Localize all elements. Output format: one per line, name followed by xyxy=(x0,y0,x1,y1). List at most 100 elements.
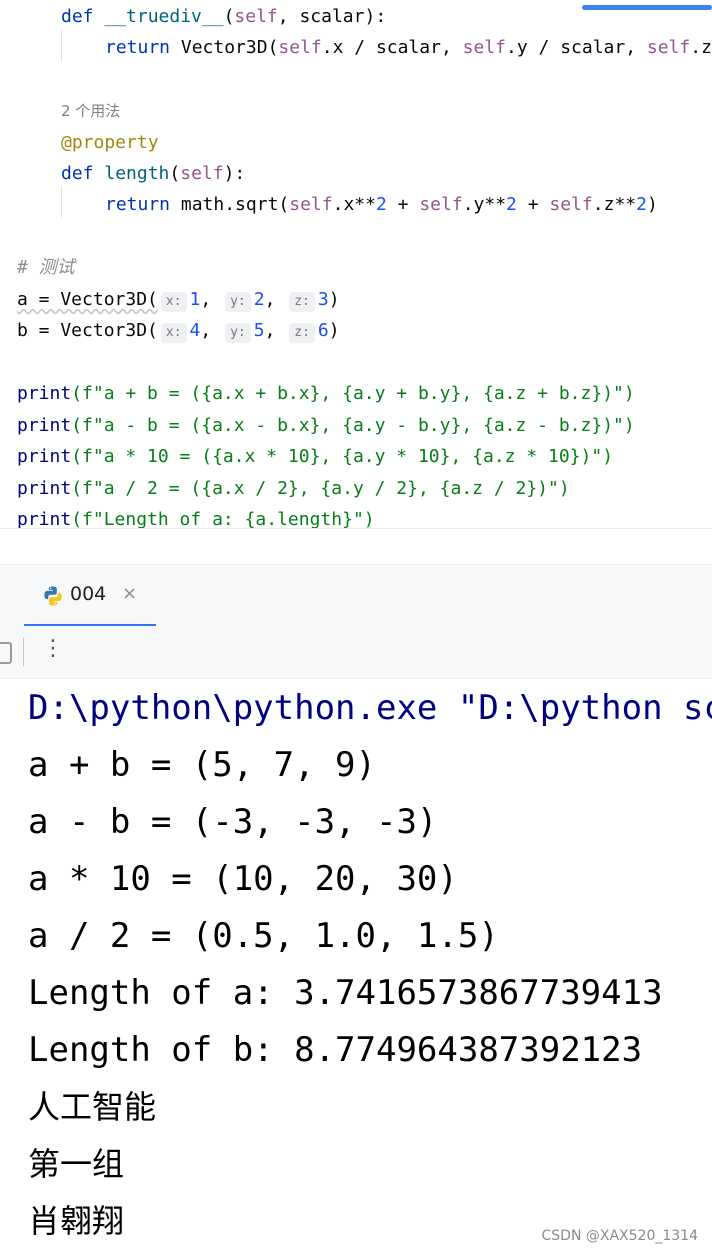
run-toolbar: ⋮ xyxy=(0,626,712,679)
panel-toggle-icon[interactable] xyxy=(0,642,12,664)
scroll-indicator[interactable] xyxy=(582,5,712,10)
code-text: + xyxy=(386,194,420,215)
string-literal: (f"a * 10 = ({a.x * 10}, {a.y * 10}, {a.… xyxy=(71,446,614,467)
number: 2 xyxy=(375,194,387,215)
code-line: return Vector3D(self.x / scalar, self.y … xyxy=(105,37,712,59)
console-line: 人工智能 xyxy=(28,1088,157,1126)
param-hint: z: xyxy=(289,292,315,312)
code-line: print(f"a + b = ({a.x + b.x}, {a.y + b.y… xyxy=(17,383,635,405)
code-text: + xyxy=(516,194,550,215)
console-line: a * 10 = (10, 20, 30) xyxy=(28,859,458,899)
number: 2 xyxy=(636,194,647,215)
usages-hint[interactable]: 2 个用法 xyxy=(61,100,120,122)
more-vertical-icon[interactable]: ⋮ xyxy=(42,636,64,661)
code-text: .y / scalar, xyxy=(506,37,647,58)
code-line: print(f"a - b = ({a.x - b.x}, {a.y - b.y… xyxy=(17,415,635,437)
self-keyword: self xyxy=(462,37,507,58)
number: 4 xyxy=(189,320,201,341)
string-literal: (f"a - b = ({a.x - b.x}, {a.y - b.y}, {a… xyxy=(71,415,635,436)
code-text: ): xyxy=(223,163,246,184)
code-text: math.sqrt( xyxy=(170,194,290,215)
panel-separator xyxy=(0,528,712,565)
code-text: .y** xyxy=(462,194,507,215)
self-keyword: self xyxy=(419,194,463,215)
console-line: 肖翱翔 xyxy=(28,1202,125,1240)
param-hint: z: xyxy=(289,323,315,343)
indent-guide xyxy=(61,30,62,62)
number: 2 xyxy=(253,289,265,310)
code-text: , xyxy=(200,289,212,310)
code-text: ) xyxy=(646,194,658,215)
param-hint: x: xyxy=(160,292,187,312)
decorator: @property xyxy=(61,132,159,153)
code-line: def __truediv__(self, scalar): xyxy=(61,6,386,28)
param-hint: y: xyxy=(225,292,251,312)
code-text: ( xyxy=(223,6,235,27)
indent-guide xyxy=(61,186,62,218)
code-text: .z** xyxy=(592,194,637,215)
code-text: .z / scalar) xyxy=(690,37,712,58)
self-keyword: self xyxy=(180,163,224,184)
self-keyword: self xyxy=(278,37,322,58)
code-line: a = Vector3D(x: 1, y: 2, z: 3) xyxy=(17,289,340,312)
code-text: .x / scalar, xyxy=(321,37,463,58)
code-line: print(f"a * 10 = ({a.x * 10}, {a.y * 10}… xyxy=(17,446,613,468)
number: 3 xyxy=(317,289,329,310)
code-text: , scalar): xyxy=(277,6,387,27)
number: 6 xyxy=(317,320,329,341)
console-line: a + b = (5, 7, 9) xyxy=(28,745,376,785)
console-line: a / 2 = (0.5, 1.0, 1.5) xyxy=(28,916,499,956)
code-line: def length(self): xyxy=(61,163,245,185)
code-text: Vector3D( xyxy=(170,37,279,58)
console-output[interactable]: D:\python\python.exe "D:\python script\0… xyxy=(0,679,712,1254)
code-text: ) xyxy=(328,320,340,341)
code-line: return math.sqrt(self.x**2 + self.y**2 +… xyxy=(105,194,658,216)
console-line: a - b = (-3, -3, -3) xyxy=(28,802,438,842)
console-line: Length of b: 8.774964387392123 xyxy=(28,1030,643,1070)
param-hint: x: xyxy=(160,323,187,343)
toolbar-divider xyxy=(23,638,24,666)
keyword: def xyxy=(61,163,94,184)
builtin-function: print xyxy=(17,446,72,467)
console-line: 第一组 xyxy=(28,1145,125,1183)
run-tab-bar: 004 × xyxy=(0,564,712,628)
param-hint: y: xyxy=(225,323,251,343)
self-keyword: self xyxy=(549,194,593,215)
string-literal: (f"a / 2 = ({a.x / 2}, {a.y / 2}, {a.z /… xyxy=(71,478,570,499)
keyword: return xyxy=(105,194,171,215)
string-literal: (f"Length of a: {a.length}") xyxy=(71,509,375,528)
builtin-function: print xyxy=(17,383,72,404)
builtin-function: print xyxy=(17,415,72,436)
code-line: print(f"a / 2 = ({a.x / 2}, {a.y / 2}, {… xyxy=(17,478,570,500)
code-text: .x** xyxy=(332,194,376,215)
builtin-function: print xyxy=(17,509,72,528)
function-name: __truediv__ xyxy=(104,6,224,27)
code-text: ( xyxy=(169,163,181,184)
number: 5 xyxy=(253,320,265,341)
keyword: return xyxy=(105,37,171,58)
code-line: print(f"Length of a: {a.length}") xyxy=(17,509,375,528)
console-line: Length of a: 3.7416573867739413 xyxy=(28,973,663,1013)
code-text: , xyxy=(264,320,276,341)
tab-004[interactable]: 004 × xyxy=(24,565,156,627)
keyword: def xyxy=(61,6,94,27)
number: 2 xyxy=(506,194,517,215)
console-command-line: D:\python\python.exe "D:\python script\0… xyxy=(28,688,712,728)
string-literal: (f"a + b = ({a.x + b.x}, {a.y + b.y}, {a… xyxy=(71,383,635,404)
watermark: CSDN @XAX520_1314 xyxy=(541,1228,698,1244)
self-keyword: self xyxy=(646,37,691,58)
function-name: length xyxy=(104,163,170,184)
code-editor[interactable]: def __truediv__(self, scalar): return Ve… xyxy=(0,0,712,528)
self-keyword: self xyxy=(234,6,278,27)
code-text: , xyxy=(200,320,212,341)
code-text: a = Vector3D( xyxy=(17,289,158,310)
self-keyword: self xyxy=(289,194,333,215)
tab-label: 004 xyxy=(70,583,107,605)
code-text: ) xyxy=(328,289,340,310)
code-text: , xyxy=(264,289,276,310)
code-text: b = Vector3D( xyxy=(17,320,158,341)
close-icon[interactable]: × xyxy=(122,583,137,604)
code-line: b = Vector3D(x: 4, y: 5, z: 6) xyxy=(17,320,340,343)
number: 1 xyxy=(189,289,201,310)
python-file-icon xyxy=(44,586,62,606)
